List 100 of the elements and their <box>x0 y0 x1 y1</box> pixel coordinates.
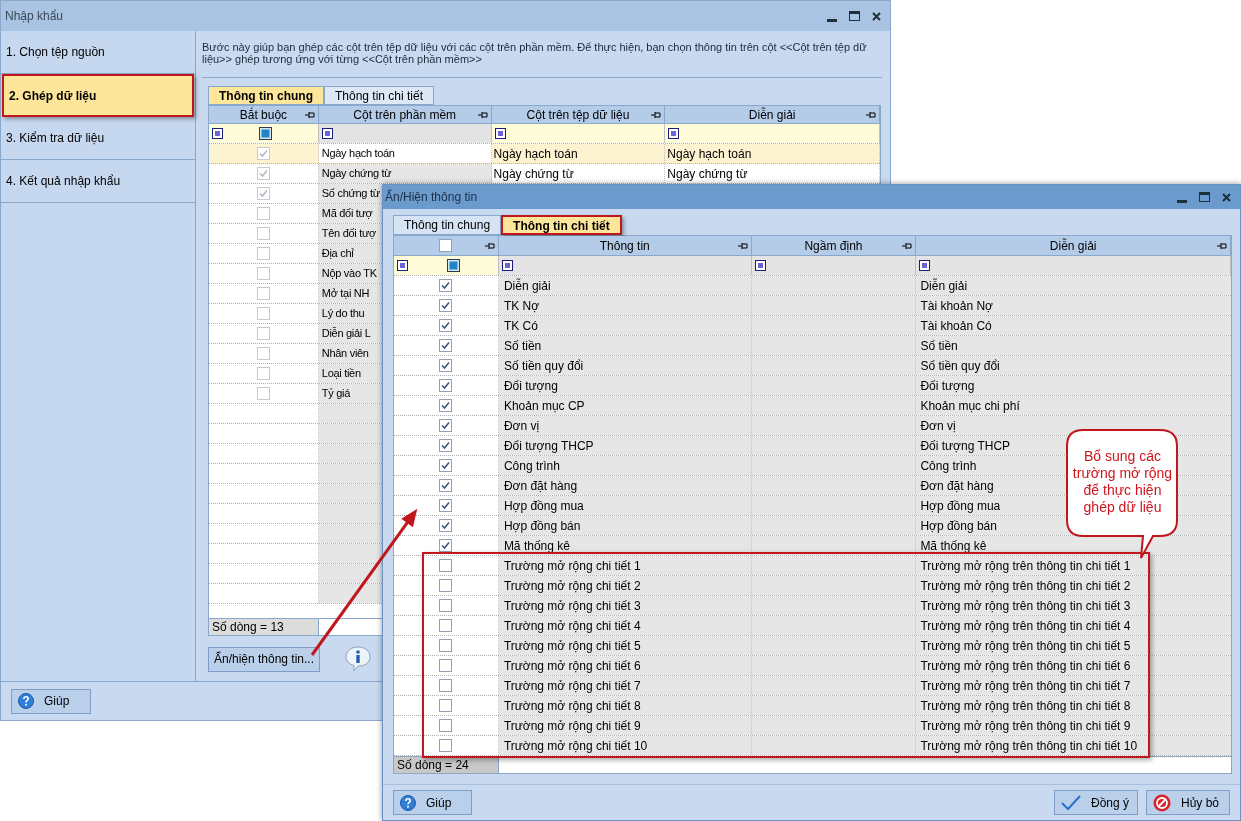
checkbox[interactable] <box>439 319 453 332</box>
column-header[interactable]: Diễn giải <box>665 106 880 123</box>
filter-icon[interactable] <box>321 128 333 139</box>
checkbox[interactable] <box>439 519 453 532</box>
table-cell: Diễn giải <box>498 276 752 295</box>
checkbox[interactable] <box>439 599 453 612</box>
checkbox[interactable] <box>439 379 453 392</box>
table-cell: Đối tượng <box>916 376 1231 395</box>
filter-icon[interactable] <box>494 128 506 139</box>
checkbox[interactable] <box>256 327 270 340</box>
checkbox[interactable] <box>439 359 453 372</box>
help-button[interactable]: Giúp <box>393 790 472 815</box>
tab[interactable]: Thông tin chi tiết <box>324 86 435 105</box>
pin-icon[interactable] <box>1217 242 1227 250</box>
checkbox[interactable] <box>256 227 270 240</box>
checkbox[interactable] <box>439 679 453 692</box>
table-cell: Số tiền <box>498 336 752 355</box>
checkbox[interactable] <box>256 147 270 160</box>
checkbox[interactable] <box>439 339 453 352</box>
checkbox[interactable] <box>256 307 270 320</box>
table-cell: Trường mở rộng trên thông tin chi tiết 4 <box>916 616 1231 635</box>
column-header[interactable]: Cột trên phần mềm <box>318 106 492 123</box>
column-header[interactable]: Diễn giải <box>916 236 1231 255</box>
checkbox[interactable] <box>439 539 453 552</box>
cancel-button[interactable]: Hủy bỏ <box>1146 790 1230 815</box>
grid-row[interactable]: Ngày chứng từ Ngày chứng từ Ngày chứng từ <box>209 164 880 184</box>
pin-icon[interactable] <box>737 242 748 250</box>
pin-icon[interactable] <box>651 111 662 119</box>
checkbox[interactable] <box>439 499 453 512</box>
column-header[interactable]: Cột trên tệp dữ liệu <box>491 106 666 123</box>
checkbox[interactable] <box>439 559 453 572</box>
column-header[interactable]: Ngầm định <box>751 236 917 255</box>
tab[interactable]: Thông tin chung <box>393 215 502 235</box>
checkbox[interactable] <box>256 187 270 200</box>
filter-icon[interactable] <box>212 128 223 139</box>
help-icon <box>400 794 416 811</box>
pin-icon[interactable] <box>304 111 315 119</box>
filter-icon[interactable] <box>397 260 408 271</box>
table-cell: Ngày chứng từ <box>491 164 666 183</box>
maximize-icon[interactable] <box>848 11 860 21</box>
checkbox[interactable] <box>256 167 270 180</box>
pin-icon[interactable] <box>866 111 876 119</box>
cancel-icon <box>1153 793 1171 812</box>
table-cell: TK Có <box>498 316 752 335</box>
checkbox[interactable] <box>439 439 453 452</box>
checkbox[interactable] <box>439 459 453 472</box>
filter-icon[interactable] <box>754 260 766 271</box>
checkbox[interactable] <box>439 699 453 712</box>
grid-row[interactable]: Ngày hạch toán Ngày hạch toán Ngày hạch toán <box>209 144 880 164</box>
table-cell: Trường mở rộng trên thông tin chi tiết 5 <box>916 636 1231 655</box>
table-cell: Trường mở rộng chi tiết 1 <box>498 556 752 575</box>
filter-icon[interactable] <box>501 260 513 271</box>
step-item[interactable]: 4. Kết quả nhập khẩu <box>1 160 195 203</box>
pin-icon[interactable] <box>902 242 913 250</box>
table-cell: Đối tượng <box>498 376 752 395</box>
column-header[interactable]: Thông tin <box>498 236 752 255</box>
show-hide-button[interactable]: Ẩn/hiện thông tin... <box>208 646 320 672</box>
close-icon[interactable] <box>1221 192 1231 202</box>
pin-icon[interactable] <box>477 111 488 119</box>
table-cell: Hợp đồng mua <box>498 496 752 515</box>
tab[interactable]: Thông tin chung <box>208 86 324 105</box>
checkbox[interactable] <box>439 399 453 412</box>
checkbox[interactable] <box>439 239 453 252</box>
ok-button[interactable]: Đồng ý <box>1054 790 1138 815</box>
checkbox[interactable] <box>439 659 453 672</box>
checkbox[interactable] <box>439 279 453 292</box>
table-cell: Trường mở rộng chi tiết 9 <box>498 716 752 735</box>
step-item[interactable]: 3. Kiểm tra dữ liệu <box>1 117 195 160</box>
checkbox[interactable] <box>256 247 270 260</box>
help-button[interactable]: Giúp <box>11 688 91 714</box>
step-item[interactable]: 2. Ghép dữ liệu <box>2 74 194 117</box>
checkbox[interactable] <box>256 347 270 360</box>
checkbox[interactable] <box>439 479 453 492</box>
checkbox[interactable] <box>256 367 270 380</box>
table-cell: Trường mở rộng chi tiết 2 <box>498 576 752 595</box>
checkbox[interactable] <box>439 299 453 312</box>
filter-icon[interactable] <box>668 128 680 139</box>
close-icon[interactable] <box>871 11 881 21</box>
table-cell: Ngày hạch toán <box>491 144 666 163</box>
checkbox[interactable] <box>439 579 453 592</box>
row-count: Số dòng = 13 <box>209 619 319 635</box>
tab[interactable]: Thông tin chi tiết <box>501 215 622 235</box>
filter-toggle-icon[interactable] <box>446 259 460 272</box>
pin-icon[interactable] <box>484 242 495 250</box>
checkbox[interactable] <box>439 739 453 752</box>
checkbox[interactable] <box>256 267 270 280</box>
checkbox[interactable] <box>256 207 270 220</box>
table-cell: Đơn đặt hàng <box>498 476 752 495</box>
maximize-icon[interactable] <box>1198 192 1210 202</box>
filter-toggle-icon[interactable] <box>258 127 272 140</box>
checkbox[interactable] <box>439 639 453 652</box>
column-header[interactable]: Bắt buộc <box>209 106 319 123</box>
filter-icon[interactable] <box>919 260 931 271</box>
window-title: Nhập khẩu <box>5 8 64 25</box>
checkbox[interactable] <box>256 287 270 300</box>
table-cell: Công trình <box>498 456 752 475</box>
checkbox[interactable] <box>439 619 453 632</box>
checkbox[interactable] <box>439 419 453 432</box>
checkbox[interactable] <box>439 719 453 732</box>
checkbox[interactable] <box>256 387 270 400</box>
